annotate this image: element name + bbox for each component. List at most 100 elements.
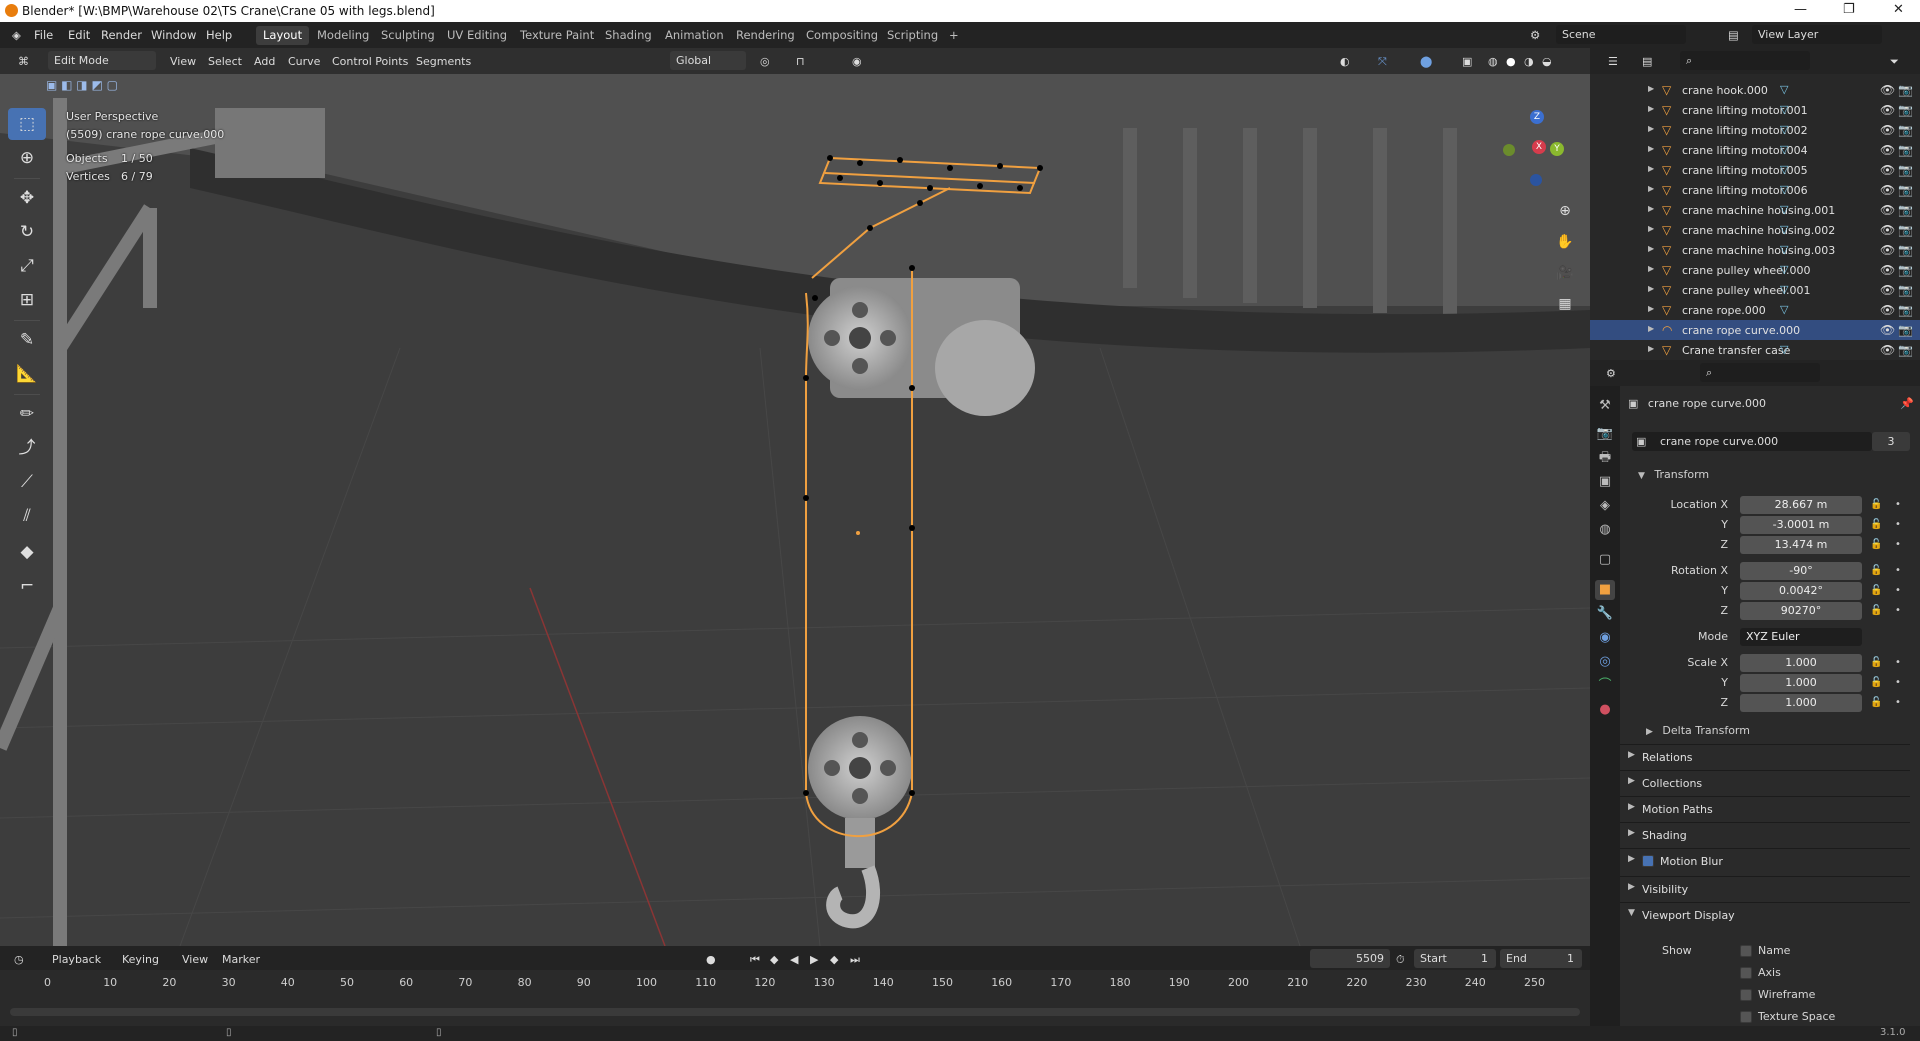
vertex-randomize-icon[interactable]: ⌐ bbox=[8, 570, 46, 602]
play-reverse-icon[interactable]: ◀ bbox=[790, 953, 798, 966]
keyframe-dot-icon[interactable]: • bbox=[1895, 539, 1901, 550]
datablock-browse-icon[interactable]: ▣ bbox=[1636, 435, 1646, 448]
delta-transform-header[interactable]: ▶ Delta Transform bbox=[1646, 724, 1750, 737]
navigation-gizmo[interactable]: Z Y X bbox=[1500, 110, 1570, 190]
play-icon[interactable]: ▶ bbox=[810, 953, 818, 966]
jump-end-icon[interactable]: ⏭ bbox=[850, 953, 860, 967]
outliner-row[interactable]: ▶ ▽ crane machine housing.002 ▽ 👁 📷 bbox=[1590, 220, 1920, 240]
section-viewport-display[interactable]: ▼ Viewport Display bbox=[1620, 902, 1910, 926]
outliner-row[interactable]: ▶ ▽ crane lifting motor.005 ▽ 👁 📷 bbox=[1590, 160, 1920, 180]
extrude-tool-icon[interactable]: ⤴ bbox=[8, 432, 46, 464]
camera-view-icon[interactable]: 🎥 bbox=[1552, 258, 1578, 289]
timeline-editor-icon[interactable]: ◷ bbox=[14, 953, 24, 966]
view-layer-icon[interactable]: ▤ bbox=[1728, 28, 1739, 42]
section-shading[interactable]: ▶ Shading bbox=[1620, 822, 1910, 846]
outliner-row[interactable]: ▶ ▽ Crane transfer case ▽ 👁 📷 bbox=[1590, 340, 1920, 360]
scale-z-field[interactable]: 1.000 bbox=[1740, 694, 1862, 712]
modifier-icon[interactable]: ▽ bbox=[1780, 243, 1788, 256]
tab-uv-editing[interactable]: UV Editing bbox=[440, 26, 514, 45]
menu-select[interactable]: Select bbox=[208, 55, 242, 68]
modifier-icon[interactable]: ▽ bbox=[1780, 203, 1788, 216]
outliner-row-name[interactable]: crane machine housing.002 bbox=[1682, 224, 1835, 237]
visibility-eye-icon[interactable]: 👁 bbox=[1880, 203, 1895, 217]
outliner-row-name[interactable]: Crane transfer case bbox=[1682, 344, 1790, 357]
visibility-eye-icon[interactable]: 👁 bbox=[1880, 143, 1895, 157]
gizmo-z-axis[interactable]: Z bbox=[1530, 110, 1544, 124]
modifier-icon[interactable]: ▽ bbox=[1780, 123, 1788, 136]
expand-arrow-icon[interactable]: ▶ bbox=[1648, 224, 1654, 233]
tab-shading[interactable]: Shading bbox=[598, 26, 659, 45]
expand-arrow-icon[interactable]: ▶ bbox=[1648, 124, 1654, 133]
modifier-icon[interactable]: ▽ bbox=[1780, 343, 1788, 356]
next-keyframe-icon[interactable]: ◆ bbox=[830, 953, 838, 966]
section-collections[interactable]: ▶ Collections bbox=[1620, 770, 1910, 794]
outliner-row[interactable]: ▶ ▽ crane pulley wheel.000 ▽ 👁 📷 bbox=[1590, 260, 1920, 280]
section-visibility[interactable]: ▶ Visibility bbox=[1620, 876, 1910, 900]
outliner-row-name[interactable]: crane pulley wheel.000 bbox=[1682, 264, 1810, 277]
menu-playback[interactable]: Playback bbox=[52, 953, 101, 966]
gizmo-neg-y[interactable] bbox=[1503, 144, 1515, 156]
outliner-row-name[interactable]: crane hook.000 bbox=[1682, 84, 1768, 97]
motion-blur-checkbox[interactable] bbox=[1642, 855, 1654, 867]
annotate-tool-icon[interactable]: ✎ bbox=[8, 324, 46, 356]
outliner-row[interactable]: ▶ ▽ crane lifting motor.001 ▽ 👁 📷 bbox=[1590, 100, 1920, 120]
end-frame-field[interactable]: End 1 bbox=[1500, 949, 1582, 968]
start-frame-field[interactable]: Start 1 bbox=[1414, 949, 1496, 968]
outliner-row-name[interactable]: crane lifting motor.006 bbox=[1682, 184, 1808, 197]
expand-arrow-icon[interactable]: ▶ bbox=[1648, 284, 1654, 293]
visibility-eye-icon[interactable]: 👁 bbox=[1880, 83, 1895, 97]
rotation-mode-dropdown[interactable]: XYZ Euler bbox=[1740, 628, 1862, 646]
menu-marker[interactable]: Marker bbox=[222, 953, 260, 966]
visibility-eye-icon[interactable]: 👁 bbox=[1880, 303, 1895, 317]
outliner-row[interactable]: ▶ ▽ crane hook.000 ▽ 👁 📷 bbox=[1590, 80, 1920, 100]
render-camera-icon[interactable]: 📷 bbox=[1898, 343, 1913, 357]
scene-field[interactable]: Scene bbox=[1556, 25, 1686, 44]
render-camera-icon[interactable]: 📷 bbox=[1898, 283, 1913, 297]
visibility-eye-icon[interactable]: 👁 bbox=[1880, 163, 1895, 177]
section-motion-blur[interactable]: ▶ Motion Blur bbox=[1620, 848, 1910, 872]
lock-icon[interactable]: 🔓 bbox=[1870, 539, 1882, 550]
output-tab-icon[interactable]: 🖶 bbox=[1595, 448, 1615, 468]
location-z-field[interactable]: 13.474 m bbox=[1740, 536, 1862, 554]
properties-search-input[interactable]: ⌕ bbox=[1700, 363, 1820, 382]
outliner-search-input[interactable]: ⌕ bbox=[1680, 51, 1810, 70]
expand-arrow-icon[interactable]: ▶ bbox=[1648, 184, 1654, 193]
menu-add[interactable]: Add bbox=[254, 55, 275, 68]
modifier-icon[interactable]: ▽ bbox=[1780, 283, 1788, 296]
tab-scripting[interactable]: Scripting bbox=[880, 26, 945, 45]
outliner-editor-icon[interactable]: ☰ bbox=[1608, 55, 1618, 68]
keyframe-dot-icon[interactable]: • bbox=[1895, 677, 1901, 688]
outliner-row[interactable]: ▶ ▽ crane lifting motor.002 ▽ 👁 📷 bbox=[1590, 120, 1920, 140]
close-icon[interactable]: ✕ bbox=[1893, 2, 1904, 17]
menu-file[interactable]: File bbox=[34, 28, 53, 42]
rotate-tool-icon[interactable]: ↻ bbox=[8, 216, 46, 248]
modifier-icon[interactable]: ▽ bbox=[1780, 303, 1788, 316]
render-camera-icon[interactable]: 📷 bbox=[1898, 263, 1913, 277]
material-shading-icon[interactable]: ◑ bbox=[1524, 55, 1534, 68]
xray-icon[interactable]: ▣ bbox=[1462, 55, 1472, 68]
visibility-eye-icon[interactable]: 👁 bbox=[1880, 283, 1895, 297]
render-tab-icon[interactable]: 📷 bbox=[1595, 424, 1615, 444]
render-camera-icon[interactable]: 📷 bbox=[1898, 303, 1913, 317]
render-camera-icon[interactable]: 📷 bbox=[1898, 203, 1913, 217]
rendered-shading-icon[interactable]: ◒ bbox=[1542, 55, 1552, 68]
move-tool-icon[interactable]: ✥ bbox=[8, 182, 46, 214]
randomize-tool-icon[interactable]: ◆ bbox=[8, 536, 46, 568]
modifier-tab-icon[interactable]: 🔧 bbox=[1595, 604, 1615, 624]
pin-icon[interactable]: 📌 bbox=[1900, 397, 1914, 410]
outliner-row[interactable]: ▶ ▽ crane lifting motor.004 ▽ 👁 📷 bbox=[1590, 140, 1920, 160]
scene-tab-icon[interactable]: ◈ bbox=[1595, 496, 1615, 516]
outliner-row[interactable]: ▶ ▽ crane pulley wheel.001 ▽ 👁 📷 bbox=[1590, 280, 1920, 300]
zoom-icon[interactable]: ⊕ bbox=[1552, 196, 1578, 227]
prev-keyframe-icon[interactable]: ◆ bbox=[770, 953, 778, 966]
keyframe-dot-icon[interactable]: • bbox=[1895, 565, 1901, 576]
overlays-icon[interactable]: ⬤ bbox=[1420, 55, 1432, 68]
outliner-row[interactable]: ▶ ▽ crane rope.000 ▽ 👁 📷 bbox=[1590, 300, 1920, 320]
checkbox-texture-space[interactable] bbox=[1740, 1011, 1752, 1023]
visibility-eye-icon[interactable]: 👁 bbox=[1880, 123, 1895, 137]
measure-tool-icon[interactable]: 📐 bbox=[8, 358, 46, 390]
menu-timeline-view[interactable]: View bbox=[182, 953, 208, 966]
cursor-tool-icon[interactable]: ⊕ bbox=[8, 142, 46, 174]
radius-tool-icon[interactable]: ⟋ bbox=[8, 466, 46, 498]
keyframe-dot-icon[interactable]: • bbox=[1895, 697, 1901, 708]
